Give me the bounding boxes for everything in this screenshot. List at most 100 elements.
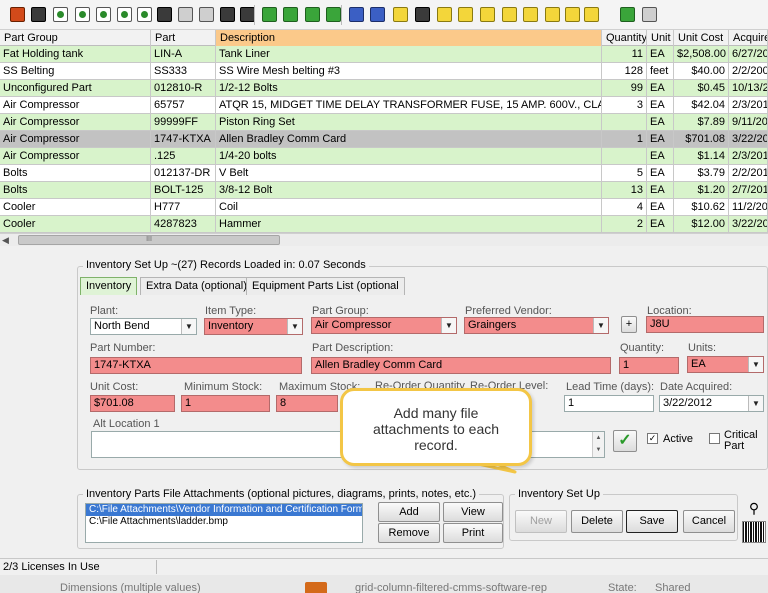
cell-acquired[interactable]: 2/2/2007 [729,63,768,80]
cell-acquired[interactable]: 2/3/2012 [729,148,768,165]
table-row[interactable]: Fat Holding tank LIN-A Tank Liner 11 EA $2,50… [0,46,768,63]
alt-location-scrollbar[interactable]: ▲ ▼ [592,432,604,457]
doc-green-icon[interactable] [75,7,90,22]
cell-part[interactable]: 1747-KTXA [151,131,216,148]
remove-attachment-button[interactable]: Remove [378,523,440,543]
scrollbar-thumb[interactable]: III [18,235,280,245]
table-row[interactable]: Cooler4287823Hammer2EA$12.003/22/201 [0,216,768,233]
tree-icon[interactable] [370,7,385,22]
cell-quantity[interactable]: 4 [602,199,647,216]
item-type-select[interactable]: Inventory ▼ [204,318,303,335]
table-row[interactable]: BoltsBOLT-1253/8-12 Bolt13EA$1.202/7/201… [0,182,768,199]
chevron-down-icon[interactable]: ▼ [181,319,196,334]
chevron-down-icon[interactable]: ▼ [593,318,608,333]
cell-unit[interactable]: EA [647,199,674,216]
cell-quantity[interactable]: 128 [602,63,647,80]
cell-unit-cost[interactable]: $7.89 [674,114,729,131]
bar-chart-icon[interactable] [349,7,364,22]
cell-quantity[interactable]: 99 [602,80,647,97]
col-header-acquired[interactable]: Acquired [729,30,768,46]
cell-unit[interactable]: EA [647,114,674,131]
yellow-icon[interactable] [458,7,473,22]
cell-part-group[interactable]: Air Compressor [0,114,151,131]
cancel-button[interactable]: Cancel [683,510,735,533]
cell-description[interactable]: 3/8-12 Bolt [216,182,602,199]
cell-part[interactable]: SS333 [151,63,216,80]
table-row[interactable]: Air Compressor 65757 ATQR 15, MIDGET TIME … [0,97,768,114]
cell-acquired[interactable]: 2/3/2012 [729,97,768,114]
cell-unit-cost[interactable]: $701.08 [674,131,729,148]
green-doc-icon[interactable] [283,7,298,22]
chevron-down-icon[interactable]: ▼ [287,319,302,334]
add-vendor-button[interactable]: + [621,316,637,333]
cell-quantity[interactable]: 11 [602,46,647,63]
cell-part-group[interactable]: Cooler [0,199,151,216]
part-group-select[interactable]: Air Compressor ▼ [311,317,457,334]
cell-part[interactable]: LIN-A [151,46,216,63]
cell-description[interactable]: Allen Bradley Comm Card [216,131,602,148]
cell-part[interactable]: 99999FF [151,114,216,131]
cell-unit-cost[interactable]: $3.79 [674,165,729,182]
monitor-icon[interactable] [415,7,430,22]
col-header-part-group[interactable]: Part Group [0,30,151,46]
horizontal-scrollbar[interactable]: ◀ III [0,233,768,246]
part-number-field[interactable]: 1747-KTXA [90,357,302,374]
location-field[interactable]: J8U [646,316,764,333]
yellow-icon[interactable] [545,7,560,22]
cell-part[interactable]: 012810-R [151,80,216,97]
table-row[interactable]: Air Compressor 99999FF Piston Ring Set EA $7… [0,114,768,131]
col-header-unit[interactable]: Unit [647,30,674,46]
tab-extra-data[interactable]: Extra Data (optional) [140,277,253,295]
col-header-quantity[interactable]: Quantity [602,30,647,46]
cell-part-group[interactable]: Air Compressor [0,131,151,148]
units-select[interactable]: EA ▼ [687,356,764,373]
cell-description[interactable]: V Belt [216,165,602,182]
cell-part-group[interactable]: Air Compressor [0,148,151,165]
cell-part[interactable]: BOLT-125 [151,182,216,199]
unit-cost-field[interactable]: $701.08 [90,395,175,412]
cell-part-group[interactable]: Bolts [0,182,151,199]
cell-quantity[interactable]: 13 [602,182,647,199]
cell-unit-cost[interactable]: $12.00 [674,216,729,233]
flashlight-icon[interactable] [31,7,46,22]
tab-inventory[interactable]: Inventory [80,277,138,295]
chevron-down-icon[interactable]: ▼ [441,318,456,333]
cell-part-group[interactable]: Cooler [0,216,151,233]
chevron-down-icon[interactable]: ▼ [748,396,763,411]
pen-icon[interactable] [157,7,172,22]
yellow-icon[interactable] [523,7,538,22]
cell-unit[interactable]: EA [647,131,674,148]
table-row[interactable]: SS Belting SS333 SS Wire Mesh belting #3 12… [0,63,768,80]
cell-acquired[interactable]: 3/22/201 [729,131,768,148]
cell-unit-cost[interactable]: $42.04 [674,97,729,114]
plant-select[interactable]: North Bend ▼ [90,318,197,335]
cell-part[interactable]: H777 [151,199,216,216]
cell-unit[interactable]: EA [647,80,674,97]
cell-quantity[interactable]: 1 [602,131,647,148]
table-row[interactable]: Air Compressor 1747-KTXA Allen Bradley Com… [0,131,768,148]
chart-icon[interactable] [178,7,193,22]
col-header-part[interactable]: Part [151,30,216,46]
cell-part[interactable]: 65757 [151,97,216,114]
cell-part-group[interactable]: Bolts [0,165,151,182]
cell-acquired[interactable]: 6/27/200 [729,46,768,63]
cell-description[interactable]: ATQR 15, MIDGET TIME DELAY TRANSFORMER F… [216,97,602,114]
yellow-icon[interactable] [502,7,517,22]
cell-quantity[interactable] [602,114,647,131]
attachments-list[interactable]: C:\File Attachments\Vendor Information a… [85,503,363,543]
cell-part-group[interactable]: Unconfigured Part [0,80,151,97]
doc-green-icon[interactable] [53,7,68,22]
yellow-icon[interactable] [565,7,580,22]
cell-part[interactable]: 012137-DR [151,165,216,182]
cell-acquired[interactable]: 3/22/201 [729,216,768,233]
cell-acquired[interactable]: 2/7/2012 [729,182,768,199]
table-row[interactable]: Bolts012137-DRV Belt5EA$3.792/2/2012 [0,165,768,182]
part-description-field[interactable]: Allen Bradley Comm Card [311,357,611,374]
confirm-check-button[interactable]: ✓ [613,430,637,452]
date-acquired-picker[interactable]: 3/22/2012 ▼ [659,395,764,412]
yellow-icon[interactable] [584,7,599,22]
lead-time-field[interactable]: 1 [564,395,654,412]
stack-icon[interactable] [393,7,408,22]
col-header-description[interactable]: Description [216,30,602,46]
cell-quantity[interactable] [602,148,647,165]
